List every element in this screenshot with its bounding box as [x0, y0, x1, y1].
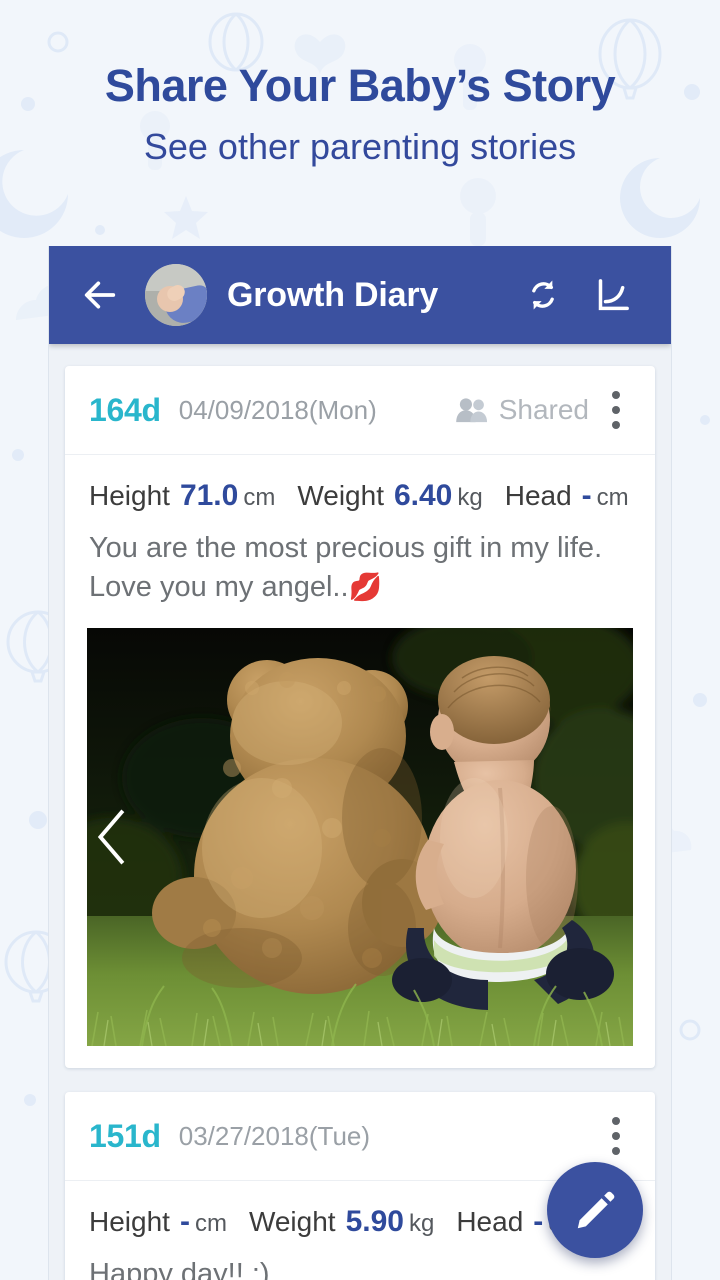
menu-dot — [612, 1147, 620, 1156]
shared-badge: Shared — [455, 394, 589, 426]
entry-date: 04/09/2018(Mon) — [178, 394, 377, 425]
entry-header: 164d 04/09/2018(Mon) Shared — [65, 366, 655, 455]
page-title: Share Your Baby’s Story — [104, 60, 616, 111]
entry-date: 03/27/2018(Tue) — [178, 1120, 371, 1151]
metric-unit-head: cm — [596, 484, 629, 511]
chevron-left-icon — [97, 809, 125, 865]
app-bar-title: Growth Diary — [227, 275, 439, 314]
growth-chart-button[interactable] — [585, 267, 641, 323]
metric-unit-height: cm — [194, 1210, 227, 1238]
memo-line-1: Happy day!! :) — [89, 1258, 270, 1280]
phone-frame: Growth Diary 164d 04/09/2018(Mon) Shared… — [48, 246, 672, 1280]
pencil-icon — [577, 1191, 615, 1229]
back-button[interactable] — [73, 268, 127, 322]
memo-emoji: 💋 — [348, 571, 383, 602]
arrow-left-icon — [84, 281, 116, 309]
metric-label-head: Head — [456, 1206, 524, 1238]
photo-baby-and-teddy-bear — [87, 628, 633, 1047]
metric-unit-height: cm — [243, 484, 276, 511]
add-entry-button[interactable] — [547, 1162, 643, 1258]
diary-list[interactable]: 164d 04/09/2018(Mon) Shared Height 71.0 … — [49, 344, 671, 1280]
growth-chart-icon — [598, 279, 629, 311]
avatar[interactable] — [145, 264, 207, 326]
metric-value-weight: 5.90 — [345, 1205, 404, 1239]
shared-label: Shared — [498, 394, 589, 425]
sync-button[interactable] — [515, 267, 571, 323]
page-subtitle: See other parenting stories — [143, 125, 577, 167]
entry-memo: Happy day!! :) — [65, 1245, 655, 1280]
menu-dot — [612, 1117, 620, 1126]
photo-prev-button[interactable] — [87, 807, 135, 867]
entry-photo[interactable] — [87, 628, 633, 1047]
metric-value-head: - — [533, 1205, 544, 1239]
entry-memo: You are the most precious gift in my lif… — [65, 519, 655, 628]
metric-value-height: 71.0 — [179, 479, 239, 512]
entry-age: 151d — [89, 1117, 161, 1154]
metric-value-height: - — [179, 1205, 190, 1239]
metric-label-head: Head — [504, 480, 572, 511]
entry-age: 164d — [89, 391, 161, 428]
people-icon — [455, 398, 487, 423]
metric-unit-weight: kg — [408, 1210, 435, 1238]
menu-dot — [612, 406, 620, 414]
menu-dot — [612, 1132, 620, 1141]
metric-label-weight: Weight — [248, 1206, 336, 1238]
entry-metrics: Height 71.0 cm Weight 6.40 kg Head - cm — [65, 455, 655, 519]
menu-dot — [612, 421, 620, 429]
metric-label-height: Height — [89, 480, 170, 511]
sync-icon — [532, 280, 554, 310]
entry-menu-button[interactable] — [599, 388, 633, 432]
menu-dot — [612, 391, 620, 399]
app-bar: Growth Diary — [49, 246, 671, 344]
metric-value-weight: 6.40 — [393, 479, 453, 512]
metric-label-weight: Weight — [297, 480, 384, 511]
entry-menu-button[interactable] — [599, 1114, 633, 1158]
memo-line-1: You are the most precious gift in my lif… — [89, 532, 603, 564]
metric-value-head: - — [581, 479, 592, 512]
metric-label-height: Height — [89, 1206, 170, 1238]
memo-line-2: Love you my angel.. — [89, 570, 349, 603]
entry-header: 151d 03/27/2018(Tue) — [65, 1092, 655, 1182]
promo-header: Share Your Baby’s Story See other parent… — [0, 0, 720, 230]
metric-unit-weight: kg — [457, 484, 483, 511]
diary-entry-card[interactable]: 164d 04/09/2018(Mon) Shared Height 71.0 … — [65, 366, 655, 1069]
